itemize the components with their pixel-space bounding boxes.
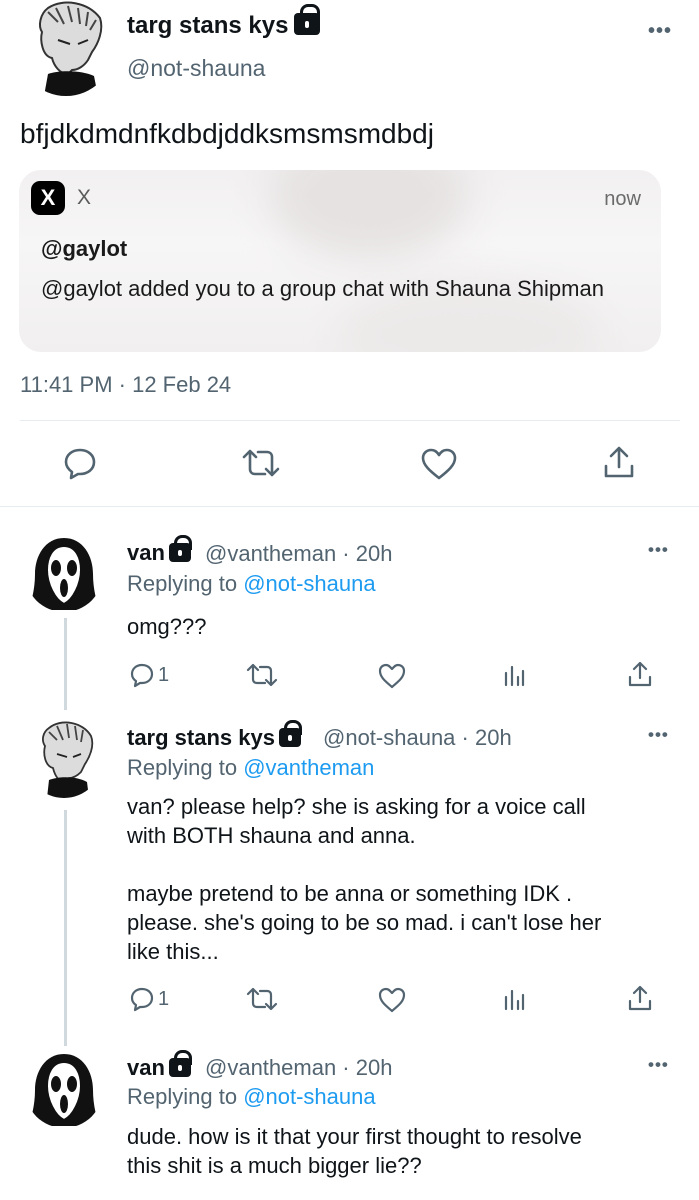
reply-meta[interactable]: @vantheman · 20h: [205, 1055, 392, 1081]
reply-meta[interactable]: @not-shauna · 20h: [323, 725, 512, 751]
like-icon[interactable]: [420, 447, 458, 481]
share-icon[interactable]: [602, 444, 636, 480]
thread-line: [64, 810, 67, 1046]
replying-to-link[interactable]: @not-shauna: [243, 571, 375, 596]
x-logo-icon: X: [31, 181, 65, 215]
notification-title: @gaylot: [41, 236, 128, 261]
reply-author-name[interactable]: targ stans kys: [127, 719, 302, 751]
replying-to-link[interactable]: @not-shauna: [243, 1084, 375, 1109]
tweet-text: bfjdkdmdnfkdbdjddksmsmsmdbdj: [20, 118, 434, 149]
more-options-icon[interactable]: •••: [648, 20, 672, 43]
replying-to-link[interactable]: @vantheman: [243, 755, 374, 780]
avatar[interactable]: [25, 534, 103, 612]
lock-icon: [168, 1049, 192, 1077]
reply-text: dude. how is it that your first thought …: [127, 1124, 582, 1178]
replying-to: Replying to @not-shauna: [127, 571, 376, 596]
analytics-icon[interactable]: [503, 663, 525, 687]
replying-to: Replying to @vantheman: [127, 755, 375, 780]
divider: [20, 420, 680, 421]
reply-icon[interactable]: [129, 662, 155, 688]
share-icon[interactable]: [627, 984, 653, 1012]
avatar[interactable]: [25, 720, 103, 798]
retweet-icon[interactable]: [246, 662, 278, 688]
reply-icon[interactable]: [129, 986, 155, 1012]
notification-card: X X now @gaylot @gaylot added you to a g…: [19, 170, 661, 352]
reply-meta[interactable]: @vantheman · 20h: [205, 541, 392, 567]
lock-icon: [168, 534, 192, 562]
like-icon[interactable]: [377, 662, 407, 689]
reply-text: omg???: [127, 614, 207, 639]
analytics-icon[interactable]: [503, 987, 525, 1011]
retweet-icon[interactable]: [241, 447, 281, 479]
more-options-icon[interactable]: •••: [648, 725, 669, 745]
more-options-icon[interactable]: •••: [648, 540, 669, 560]
tweet-timestamp[interactable]: 11:41 PM · 12 Feb 24: [20, 372, 231, 398]
avatar[interactable]: [25, 1050, 103, 1128]
more-options-icon[interactable]: •••: [648, 1055, 669, 1075]
reply-author-name[interactable]: van: [127, 534, 192, 566]
notification-app-name: X: [77, 186, 92, 209]
reply-text: van? please help? she is asking for a vo…: [127, 794, 602, 964]
reply-author-name[interactable]: van: [127, 1049, 192, 1081]
reply-icon[interactable]: [63, 446, 97, 480]
reply-count: 1: [158, 664, 170, 686]
reply-count: 1: [158, 988, 170, 1010]
lock-icon: [278, 719, 302, 747]
like-icon[interactable]: [377, 986, 407, 1013]
divider: [0, 506, 699, 507]
thread-line: [64, 618, 67, 710]
avatar[interactable]: [18, 0, 114, 96]
notification-body: @gaylot added you to a group chat with S…: [41, 276, 604, 301]
lock-icon: [294, 3, 321, 35]
author-handle[interactable]: @not-shauna: [127, 55, 265, 82]
author-name[interactable]: targ stans kys: [127, 3, 321, 40]
replying-to: Replying to @not-shauna: [127, 1084, 376, 1109]
share-icon[interactable]: [627, 660, 653, 688]
retweet-icon[interactable]: [246, 986, 278, 1012]
notification-time: now: [604, 188, 641, 210]
